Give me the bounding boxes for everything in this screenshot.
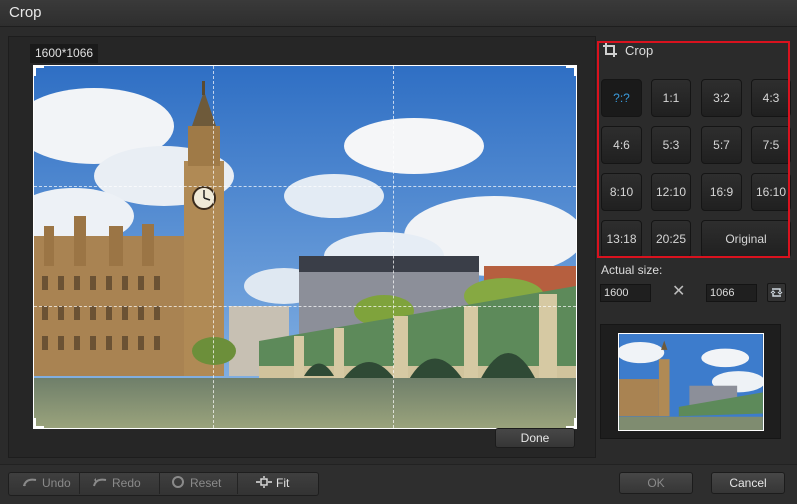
ratio-8-10-button[interactable]: 8:10 <box>601 173 642 211</box>
reset-label: Reset <box>190 476 222 490</box>
ratio-5-7-button[interactable]: 5:7 <box>701 126 742 164</box>
cancel-button[interactable]: Cancel <box>711 472 785 494</box>
dimensions-label: 1600*1066 <box>30 44 99 63</box>
crop-image-frame[interactable] <box>33 65 577 429</box>
ratio-16-10-button[interactable]: 16:10 <box>751 173 791 211</box>
ratio-original-button[interactable]: Original <box>701 220 791 258</box>
window-title: Crop <box>9 4 42 21</box>
ratio-7-5-button[interactable]: 7:5 <box>751 126 791 164</box>
ratio-4-6-button[interactable]: 4:6 <box>601 126 642 164</box>
redo-icon <box>93 478 107 487</box>
crop-guide-vertical-1 <box>213 66 214 428</box>
undo-icon <box>23 478 37 487</box>
redo-label: Redo <box>112 476 141 490</box>
height-input[interactable]: 1066 <box>706 284 757 302</box>
undo-label: Undo <box>42 476 71 490</box>
title-bar: Crop <box>0 0 797 27</box>
swap-dimensions-button[interactable] <box>767 283 786 302</box>
fit-label: Fit <box>276 476 290 490</box>
reset-icon <box>172 476 184 488</box>
ratio-free-button[interactable]: ?:? <box>601 79 642 117</box>
ratio-1-1-button[interactable]: 1:1 <box>651 79 691 117</box>
reset-button[interactable]: Reset <box>160 472 238 494</box>
fit-icon <box>256 476 272 488</box>
ratio-13-18-button[interactable]: 13:18 <box>601 220 642 258</box>
ok-button[interactable]: OK <box>619 472 693 494</box>
swap-icon <box>770 288 783 297</box>
ratio-4-3-button[interactable]: 4:3 <box>751 79 791 117</box>
width-input[interactable]: 1600 <box>600 284 651 302</box>
crop-heading: Crop <box>603 43 653 58</box>
preview-photo <box>619 334 763 430</box>
ratio-20-25-button[interactable]: 20:25 <box>651 220 691 258</box>
done-button[interactable]: Done <box>495 428 575 448</box>
crop-guide-horizontal-1 <box>34 186 576 187</box>
ratio-5-3-button[interactable]: 5:3 <box>651 126 691 164</box>
redo-button[interactable]: Redo <box>80 472 160 494</box>
size-separator: ✕ <box>672 283 686 300</box>
crop-guide-vertical-2 <box>393 66 394 428</box>
crop-handle-bottom-left[interactable] <box>34 418 44 428</box>
crop-heading-label: Crop <box>625 43 654 58</box>
ratio-12-10-button[interactable]: 12:10 <box>651 173 691 211</box>
undo-button[interactable]: Undo <box>10 472 80 494</box>
fit-button[interactable]: Fit <box>238 472 317 494</box>
crop-handle-top-left[interactable] <box>34 66 44 76</box>
ratio-16-9-button[interactable]: 16:9 <box>701 173 742 211</box>
preview-thumbnail <box>618 333 764 431</box>
crop-icon <box>603 43 617 57</box>
crop-handle-top-right[interactable] <box>566 66 576 76</box>
actual-size-label: Actual size: <box>601 263 663 277</box>
ratio-3-2-button[interactable]: 3:2 <box>701 79 742 117</box>
london-photo <box>34 66 576 428</box>
crop-guide-horizontal-2 <box>34 306 576 307</box>
